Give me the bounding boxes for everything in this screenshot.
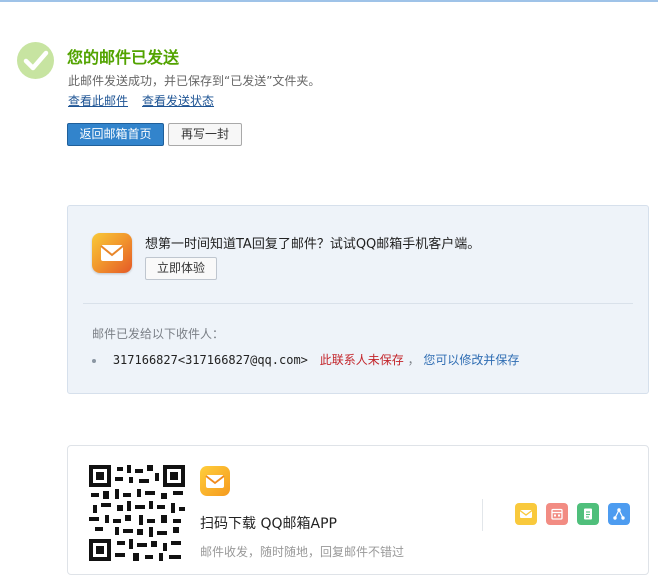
app-download-card: 扫码下载 QQ邮箱APP 邮件收发，随时随地，回复邮件不错过	[67, 445, 649, 575]
page-title: 您的邮件已发送	[67, 48, 180, 67]
recipients-label: 邮件已发给以下收件人：	[92, 327, 225, 341]
recipient-item: 317166827<317166827@qq.com> 此联系人未保存 ， 您可…	[92, 351, 519, 368]
qr-code-icon	[89, 465, 185, 561]
promo-text: 想第一时间知道TA回复了邮件？试试QQ邮箱手机客户端。	[145, 237, 481, 252]
calendar-icon	[546, 503, 568, 525]
mail-icon	[515, 503, 537, 525]
unsaved-contact-warning: 此联系人未保存	[319, 353, 404, 367]
comma-separator: ，	[407, 353, 420, 367]
check-circle-icon	[17, 42, 54, 79]
top-border	[0, 0, 658, 2]
back-home-button[interactable]: 返回邮箱首页	[67, 123, 164, 146]
share-icon	[608, 503, 630, 525]
app-download-subtitle: 邮件收发，随时随地，回复邮件不错过	[200, 545, 405, 559]
recipient-address: 317166827<317166827@qq.com>	[112, 353, 308, 367]
view-status-link[interactable]: 查看发送状态	[142, 92, 214, 109]
envelope-icon	[100, 245, 124, 261]
note-icon	[577, 503, 599, 525]
save-contact-link[interactable]: 您可以修改并保存	[423, 353, 519, 367]
promo-panel: 想第一时间知道TA回复了邮件？试试QQ邮箱手机客户端。 立即体验 邮件已发给以下…	[67, 205, 649, 394]
vertical-divider	[482, 499, 483, 531]
qq-mail-app-icon	[92, 233, 132, 273]
app-download-title: 扫码下载 QQ邮箱APP	[200, 516, 337, 532]
qq-mail-logo-icon	[200, 466, 230, 496]
success-description: 此邮件发送成功，并已保存到“已发送”文件夹。	[68, 74, 321, 88]
envelope-icon	[205, 475, 225, 488]
write-again-button[interactable]: 再写一封	[168, 123, 242, 146]
panel-divider	[83, 303, 633, 304]
try-now-button[interactable]: 立即体验	[145, 257, 217, 280]
view-mail-link[interactable]: 查看此邮件	[68, 92, 128, 109]
bullet-icon	[92, 358, 96, 363]
